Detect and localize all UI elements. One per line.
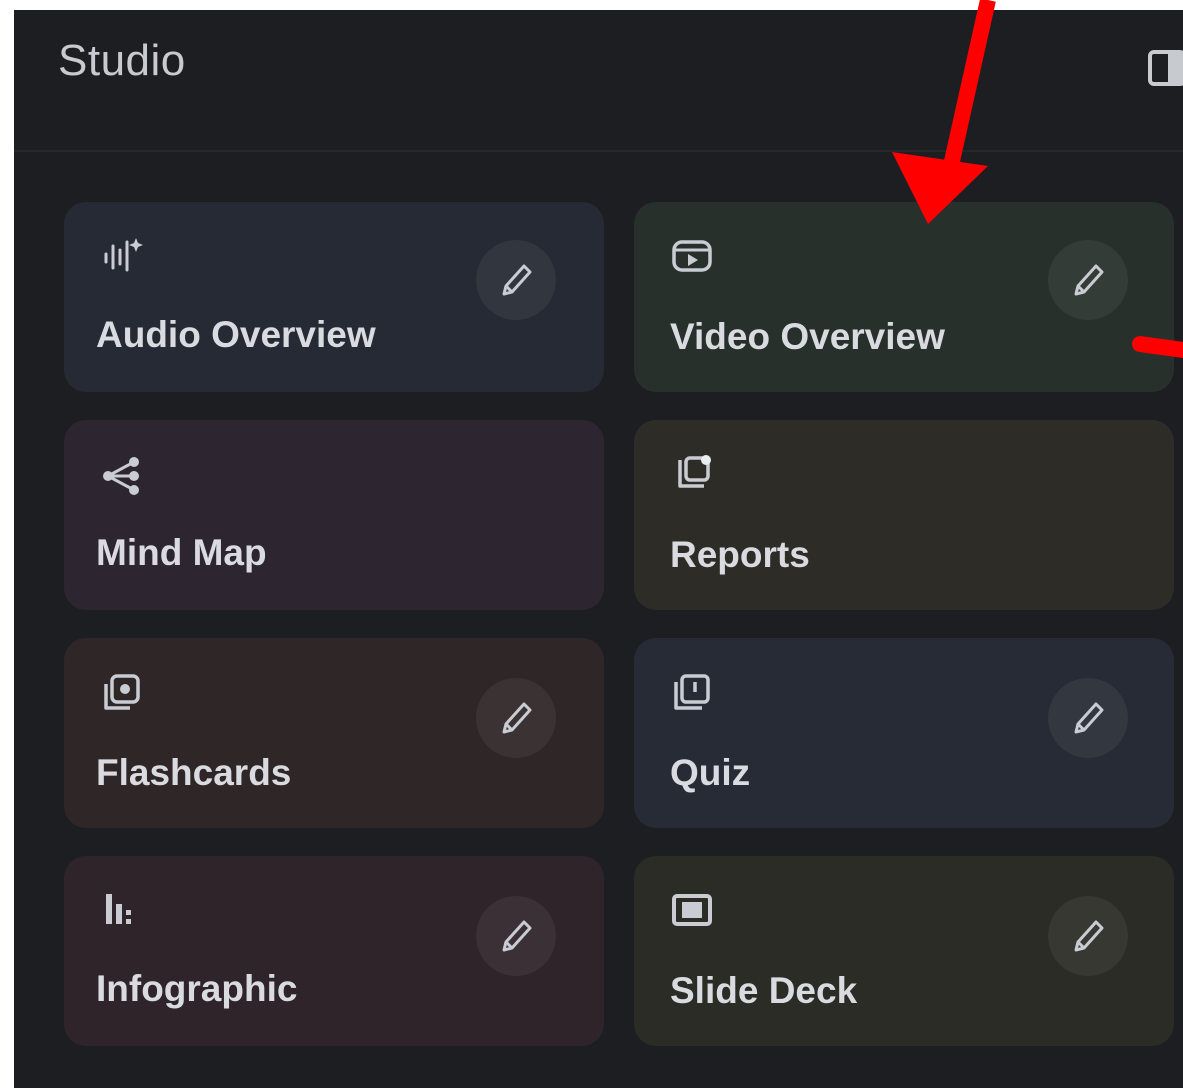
slide-deck-icon	[670, 888, 714, 932]
slide-deck-label: Slide Deck	[670, 970, 858, 1011]
audio-overview-card[interactable]: Audio Overview	[64, 202, 604, 392]
mind-map-label: Mind Map	[96, 532, 267, 573]
studio-panel: Studio Audio Overview Video Overview Min…	[14, 10, 1183, 1088]
audio-overview-label: Audio Overview	[96, 314, 376, 355]
flashcards-label: Flashcards	[96, 752, 292, 793]
pencil-icon	[1074, 920, 1104, 952]
audio-waveform-icon	[100, 234, 144, 278]
quiz-edit-button[interactable]	[1048, 678, 1128, 758]
video-overview-card[interactable]: Video Overview	[634, 202, 1174, 392]
quiz-label: Quiz	[670, 752, 751, 793]
infographic-card[interactable]: Infographic	[64, 856, 604, 1046]
infographic-edit-button[interactable]	[476, 896, 556, 976]
pencil-icon	[1074, 702, 1104, 734]
pencil-icon	[1074, 264, 1104, 296]
panel-title: Studio	[58, 36, 186, 85]
reports-label: Reports	[670, 534, 810, 575]
quiz-icon	[670, 670, 714, 714]
studio-header: Studio	[14, 10, 1183, 152]
reports-icon	[670, 452, 714, 496]
mind-map-icon	[100, 452, 144, 496]
panel-layout-icon[interactable]	[1147, 48, 1183, 88]
pencil-icon	[502, 702, 532, 734]
mind-map-card[interactable]: Mind Map	[64, 420, 604, 610]
pencil-icon	[502, 264, 532, 296]
slide-deck-edit-button[interactable]	[1048, 896, 1128, 976]
quiz-card[interactable]: Quiz	[634, 638, 1174, 828]
audio-overview-edit-button[interactable]	[476, 240, 556, 320]
flashcards-icon	[100, 670, 144, 714]
video-play-icon	[670, 234, 714, 278]
infographic-icon	[100, 888, 144, 932]
slide-deck-card[interactable]: Slide Deck	[634, 856, 1174, 1046]
video-overview-edit-button[interactable]	[1048, 240, 1128, 320]
infographic-label: Infographic	[96, 968, 298, 1009]
reports-card[interactable]: Reports	[634, 420, 1174, 610]
video-overview-label: Video Overview	[670, 316, 945, 357]
pencil-icon	[502, 920, 532, 952]
flashcards-edit-button[interactable]	[476, 678, 556, 758]
flashcards-card[interactable]: Flashcards	[64, 638, 604, 828]
